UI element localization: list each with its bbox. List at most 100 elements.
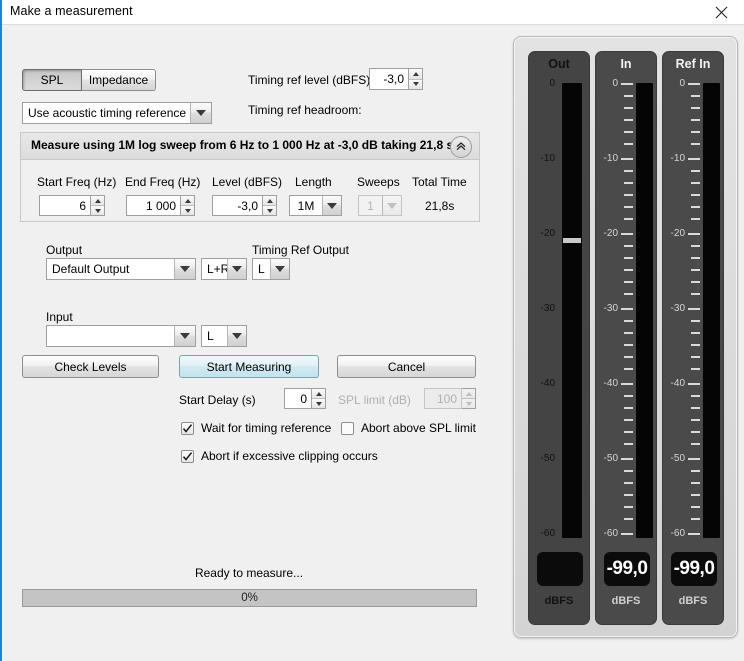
meter-tick-label: 0 — [549, 78, 555, 89]
end-freq-label: End Freq (Hz) — [125, 175, 201, 189]
meter-tick-label: -20 — [670, 228, 685, 239]
dialog-body: SPL Impedance Use acoustic timing refere… — [2, 25, 744, 661]
spin-up-icon[interactable] — [312, 389, 325, 399]
meter-tick-label: -10 — [540, 153, 555, 164]
spin-up-icon[interactable] — [263, 196, 276, 206]
timing-reference-select[interactable]: Use acoustic timing reference — [22, 102, 212, 124]
total-time-value: 21,8s — [425, 199, 455, 213]
meter-tick-label: -10 — [670, 153, 685, 164]
checkbox-label: Abort above SPL limit — [361, 421, 476, 435]
start-freq-spin[interactable] — [91, 195, 105, 216]
chevron-down-icon — [270, 259, 289, 279]
close-button[interactable] — [699, 0, 744, 24]
spl-limit-stepper: 100 — [424, 388, 476, 409]
output-label: Output — [46, 243, 83, 257]
spin-down-icon — [462, 399, 475, 408]
meter-tick-label: -50 — [603, 453, 618, 464]
start-freq-stepper[interactable]: 6 — [39, 195, 105, 216]
spin-up-icon[interactable] — [409, 69, 422, 80]
tab-spl[interactable]: SPL — [22, 69, 82, 91]
length-value: 1M — [297, 198, 315, 213]
input-device-select[interactable] — [46, 325, 196, 347]
level-spin[interactable] — [263, 195, 277, 216]
spin-down-icon[interactable] — [312, 399, 325, 408]
spin-down-icon[interactable] — [181, 206, 194, 215]
meter-in: In 0 -10 -20 -30 -40 -50 -60 -99,0 dBFS — [595, 51, 657, 625]
length-select[interactable]: 1M — [289, 195, 342, 216]
meter-out: Out 0 -10 -20 -30 -40 -50 -60 dBFS — [528, 51, 590, 625]
spin-down-icon[interactable] — [409, 79, 422, 89]
start-freq-input[interactable]: 6 — [39, 195, 91, 216]
meter-out-readout — [537, 552, 583, 586]
timing-ref-output-value: L — [258, 262, 265, 276]
tab-spl-label: SPL — [40, 73, 64, 87]
checkbox-box[interactable] — [181, 421, 194, 435]
meter-tick-label: -30 — [603, 303, 618, 314]
meter-tick-label: -40 — [540, 378, 555, 389]
window-title: Make a measurement — [10, 4, 133, 18]
timing-ref-level-input[interactable]: -3,0 — [369, 68, 409, 90]
level-stepper[interactable]: -3,0 — [212, 195, 277, 216]
end-freq-input[interactable]: 1 000 — [126, 195, 181, 216]
title-bar: Make a measurement — [2, 0, 744, 24]
chevron-down-icon — [174, 259, 195, 279]
length-label: Length — [295, 175, 332, 189]
timing-ref-level-stepper[interactable]: -3,0 — [369, 68, 423, 90]
cancel-label: Cancel — [387, 359, 426, 374]
chevron-down-icon — [227, 259, 246, 279]
tab-impedance[interactable]: Impedance — [82, 69, 156, 91]
start-measuring-label: Start Measuring — [206, 359, 292, 374]
status-message: Ready to measure... — [194, 566, 304, 580]
spin-down-icon[interactable] — [263, 206, 276, 215]
spl-limit-label: SPL limit (dB) — [338, 393, 411, 407]
meter-tick-label: -50 — [540, 453, 555, 464]
spl-limit-spin — [462, 388, 476, 409]
chevron-down-icon — [174, 326, 195, 346]
end-freq-spin[interactable] — [181, 195, 195, 216]
output-channel-select[interactable]: L+R — [201, 258, 247, 280]
output-device-value: Default Output — [52, 262, 130, 276]
meter-out-track — [562, 83, 582, 538]
timing-ref-level-spin[interactable] — [409, 68, 423, 90]
chevron-double-up-icon — [455, 140, 467, 155]
meter-tick-label: -50 — [670, 453, 685, 464]
timing-ref-output-select[interactable]: L — [252, 258, 290, 280]
checkbox-box[interactable] — [181, 449, 194, 463]
meter-ref-in: Ref In 0 -10 -20 -30 -40 -50 -60 -99,0 d… — [662, 51, 724, 625]
checkbox-abort-above-spl-limit[interactable]: Abort above SPL limit — [341, 421, 476, 435]
check-levels-label: Check Levels — [54, 359, 127, 374]
spin-down-icon[interactable] — [91, 206, 104, 215]
collapse-button[interactable] — [450, 136, 472, 158]
input-channel-select[interactable]: L — [201, 325, 247, 347]
progress-text: 0% — [241, 592, 258, 604]
meter-tick-label: -30 — [670, 303, 685, 314]
checkbox-wait-for-timing-reference[interactable]: Wait for timing reference — [181, 421, 331, 435]
checkbox-box[interactable] — [341, 421, 354, 435]
output-device-select[interactable]: Default Output — [46, 258, 196, 280]
spl-limit-input: 100 — [424, 388, 462, 409]
meter-tick-label: -40 — [670, 378, 685, 389]
level-input[interactable]: -3,0 — [212, 195, 263, 216]
checkbox-label: Wait for timing reference — [201, 421, 332, 435]
progress-bar: 0% — [22, 589, 477, 607]
start-delay-stepper[interactable]: 0 — [284, 388, 326, 409]
check-levels-button[interactable]: Check Levels — [22, 355, 159, 378]
checkbox-abort-if-excessive-clipping[interactable]: Abort if excessive clipping occurs — [181, 449, 378, 463]
start-delay-spin[interactable] — [312, 388, 326, 409]
start-measuring-button[interactable]: Start Measuring — [179, 355, 319, 378]
meter-tick-label: -10 — [603, 153, 618, 164]
start-delay-input[interactable]: 0 — [284, 388, 312, 409]
meter-tick-label: -40 — [603, 378, 618, 389]
meter-in-unit: dBFS — [611, 595, 641, 607]
close-icon — [715, 6, 728, 19]
cancel-button[interactable]: Cancel — [337, 355, 476, 378]
check-icon — [182, 423, 193, 433]
timing-ref-headroom-label: Timing ref headroom: — [248, 103, 362, 117]
meter-ref-in-unit: dBFS — [678, 595, 708, 607]
end-freq-stepper[interactable]: 1 000 — [126, 195, 195, 216]
spin-up-icon[interactable] — [91, 196, 104, 206]
chevron-down-icon — [190, 103, 211, 123]
spin-up-icon[interactable] — [181, 196, 194, 206]
input-channel-value: L — [207, 329, 214, 343]
start-freq-label: Start Freq (Hz) — [37, 175, 117, 189]
